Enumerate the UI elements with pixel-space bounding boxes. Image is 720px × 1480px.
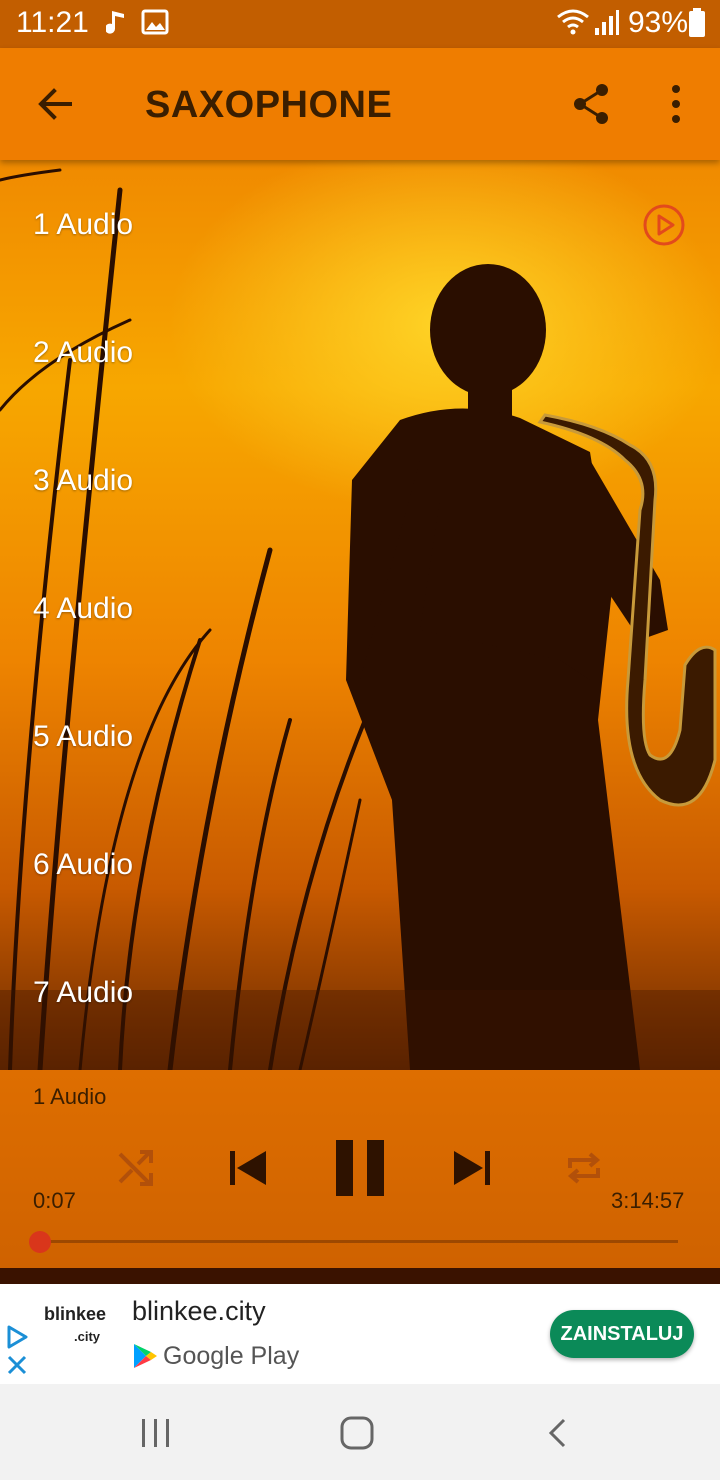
shuffle-icon[interactable]	[116, 1148, 156, 1188]
track-item-1[interactable]: 1 Audio	[33, 208, 133, 242]
track-item-6[interactable]: 6 Audio	[33, 848, 133, 882]
ad-banner[interactable]: blinkee .city blinkee.city Google Play Z…	[0, 1284, 720, 1384]
track-item-5[interactable]: 5 Audio	[33, 720, 133, 754]
install-button[interactable]: ZAINSTALUJ	[550, 1310, 694, 1358]
seek-bar-thumb[interactable]	[29, 1231, 51, 1253]
home-icon[interactable]	[340, 1416, 374, 1450]
back-nav-icon[interactable]	[546, 1418, 570, 1448]
repeat-icon[interactable]	[564, 1148, 604, 1188]
google-play-icon	[134, 1344, 157, 1368]
pause-icon[interactable]	[334, 1140, 386, 1196]
advertiser-name: blinkee.city	[132, 1296, 266, 1326]
track-item-4[interactable]: 4 Audio	[33, 592, 133, 626]
app-bar: SAXOPHONE	[0, 48, 720, 160]
store-name: Google Play	[163, 1342, 300, 1370]
signal-icon	[595, 10, 619, 35]
share-icon[interactable]	[566, 78, 618, 130]
advertiser-logo: blinkee .city	[44, 1304, 116, 1364]
now-playing-title: 1 Audio	[33, 1084, 107, 1109]
status-bar: 11:21 93%	[0, 0, 720, 48]
close-ad-icon[interactable]	[6, 1354, 28, 1376]
advertiser-logo-text: blinkee	[44, 1304, 107, 1324]
music-note-icon	[106, 11, 124, 34]
battery-percentage: 93%	[628, 6, 689, 39]
system-nav-bar	[0, 1384, 720, 1480]
track-item-2[interactable]: 2 Audio	[33, 336, 133, 370]
elapsed-time: 0:07	[33, 1188, 76, 1213]
wifi-icon	[557, 9, 589, 35]
album-background: 1 Audio 2 Audio 3 Audio 4 Audio 5 Audio …	[0, 160, 720, 1070]
battery-icon	[689, 8, 705, 37]
track-item-7[interactable]: 7 Audio	[33, 976, 133, 1010]
seek-bar[interactable]	[29, 1231, 678, 1253]
advertiser-logo-subtext: .city	[74, 1329, 101, 1344]
image-icon	[141, 9, 169, 35]
previous-icon[interactable]	[226, 1148, 270, 1188]
total-duration: 3:14:57	[611, 1188, 685, 1213]
track-item-3[interactable]: 3 Audio	[33, 464, 133, 498]
player-panel: 1 Audio 0:07 3:14:57	[0, 1070, 720, 1268]
next-icon[interactable]	[450, 1148, 494, 1188]
play-circle-icon[interactable]	[641, 202, 687, 248]
divider-strip	[0, 1268, 720, 1284]
back-arrow-icon[interactable]	[30, 78, 82, 130]
adchoices-icon[interactable]	[4, 1324, 30, 1350]
more-vert-icon[interactable]	[650, 78, 702, 130]
status-time: 11:21	[16, 6, 89, 39]
recent-apps-icon[interactable]	[140, 1418, 172, 1448]
page-title: SAXOPHONE	[145, 84, 393, 126]
